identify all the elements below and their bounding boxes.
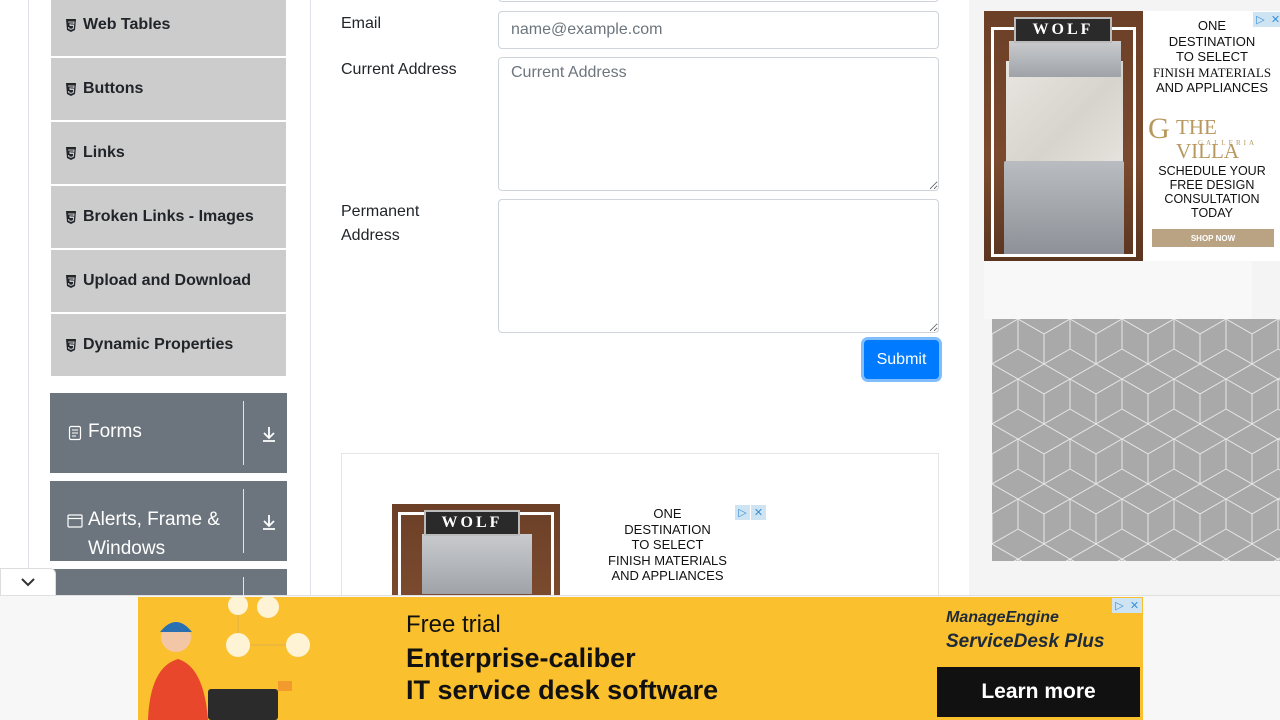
sidebar-item-broken-links[interactable]: Broken Links - Images	[51, 186, 286, 248]
right-ad-villa[interactable]: WOLF ONE DESTINATION TO SELECT FINISH MA…	[984, 11, 1280, 261]
ad-line: SCHEDULE YOUR	[1158, 164, 1266, 178]
hex-pattern	[992, 319, 1280, 561]
sidebar-item-label: Web Tables	[83, 16, 171, 33]
sidebar-divider	[310, 0, 311, 595]
page: Web Tables Buttons Links Broken Links - …	[0, 0, 1280, 720]
html5-icon	[65, 210, 77, 224]
shop-now-button[interactable]: SHOP NOW	[1152, 229, 1274, 247]
inline-ad-kitchen-image[interactable]: WOLF	[392, 504, 560, 595]
html5-icon	[65, 146, 77, 160]
close-icon[interactable]: ✕	[751, 505, 766, 520]
ad-line: DESTINATION	[1168, 33, 1256, 49]
close-icon[interactable]: ✕	[1127, 598, 1142, 613]
ad-line: TO SELECT	[1175, 49, 1248, 64]
permanent-address-label-line1: Permanent	[341, 203, 420, 220]
permanent-address-label-line2: Address	[341, 227, 400, 244]
villa-sub: GALLERIA	[1198, 139, 1257, 147]
ad-line: DESTINATION	[624, 521, 711, 537]
adchoices-icon[interactable]: ▷	[1112, 598, 1127, 613]
email-field[interactable]	[498, 11, 939, 49]
ad-line: FINISH MATERIALS	[1152, 64, 1272, 80]
submit-button[interactable]: Submit	[864, 340, 939, 379]
ad-line: ONE	[653, 506, 682, 521]
window-icon	[67, 513, 83, 529]
html5-icon	[65, 18, 77, 32]
sidebar-item-label: Broken Links - Images	[83, 208, 254, 225]
banner-line-3: IT service desk software	[406, 675, 719, 705]
villa-cta-text: SCHEDULE YOUR FREE DESIGN CONSULTATION T…	[1144, 164, 1280, 220]
illustration-person-laptop	[148, 597, 310, 720]
current-address-label: Current Address	[341, 61, 457, 78]
sidebar-item-dynamic-properties[interactable]: Dynamic Properties	[51, 314, 286, 376]
group-title-line2: Windows	[88, 538, 166, 559]
bottom-banner-ad[interactable]: Free trial Enterprise-caliber IT service…	[138, 597, 1143, 720]
email-label: Email	[341, 15, 382, 32]
left-border	[28, 0, 29, 590]
ad-line: FREE DESIGN	[1169, 178, 1255, 192]
sidebar-item-label: Buttons	[83, 80, 144, 97]
banner-brand-line-1: ManageEngine	[946, 609, 1059, 626]
ad-line: AND APPLIANCES	[611, 568, 724, 583]
download-arrow-icon[interactable]	[260, 425, 278, 443]
html5-icon	[65, 338, 77, 352]
kitchen-image: WOLF	[984, 11, 1143, 261]
sidebar-item-label: Upload and Download	[83, 272, 251, 289]
learn-more-button[interactable]: Learn more	[937, 667, 1140, 717]
adchoices-icon[interactable]: ▷	[735, 505, 750, 520]
ad-spacer	[984, 261, 1252, 319]
ad-line: CONSULTATION	[1164, 192, 1260, 206]
download-arrow-icon[interactable]	[260, 513, 278, 531]
sidebar-item-label: Dynamic Properties	[83, 336, 234, 353]
sidebar-item-links[interactable]: Links	[51, 122, 286, 184]
group-title: Forms	[88, 421, 142, 442]
ad-line: TO SELECT	[631, 537, 704, 552]
divider	[243, 401, 244, 465]
ad-line: FINISH MATERIALS	[608, 552, 727, 568]
sidebar-item-web-tables[interactable]: Web Tables	[51, 0, 286, 56]
adchoices-icon[interactable]: ▷	[1253, 12, 1268, 27]
document-icon	[67, 425, 83, 441]
inline-ad-text[interactable]: ONE DESTINATION TO SELECT FINISH MATERIA…	[590, 506, 745, 595]
collapse-ad-button[interactable]	[0, 568, 56, 595]
banner-line-2: Enterprise-caliber	[406, 643, 636, 673]
group-header-alerts[interactable]: Alerts, Frame & Windows	[50, 481, 287, 561]
wolf-logo: WOLF	[424, 510, 520, 536]
group-header-forms[interactable]: Forms	[50, 393, 287, 473]
hood-shape	[422, 534, 532, 594]
close-icon[interactable]: ✕	[1268, 12, 1280, 27]
previous-input-bottom[interactable]	[498, 0, 939, 2]
ad-line: AND APPLIANCES	[1156, 80, 1268, 95]
sidebar-item-buttons[interactable]: Buttons	[51, 58, 286, 120]
image-frame	[991, 27, 1136, 257]
sidebar-item-label: Links	[83, 144, 125, 161]
villa-monogram: G	[1148, 112, 1170, 145]
current-address-field[interactable]	[498, 57, 939, 191]
permanent-address-field[interactable]	[498, 199, 939, 333]
chevron-down-icon	[21, 578, 35, 587]
right-ad-hex-pattern[interactable]	[992, 319, 1280, 561]
banner-line-1: Free trial	[406, 611, 501, 638]
group-title-line1: Alerts, Frame &	[88, 509, 220, 530]
html5-icon	[65, 274, 77, 288]
banner-brand-line-2: ServiceDesk Plus	[946, 631, 1105, 652]
sidebar-item-upload-download[interactable]: Upload and Download	[51, 250, 286, 312]
html5-icon	[65, 82, 77, 96]
villa-headline: ONE DESTINATION TO SELECT FINISH MATERIA…	[1144, 18, 1280, 96]
ad-line: TODAY	[1191, 206, 1233, 220]
wolf-logo: WOLF	[1014, 17, 1112, 43]
divider	[243, 489, 244, 553]
